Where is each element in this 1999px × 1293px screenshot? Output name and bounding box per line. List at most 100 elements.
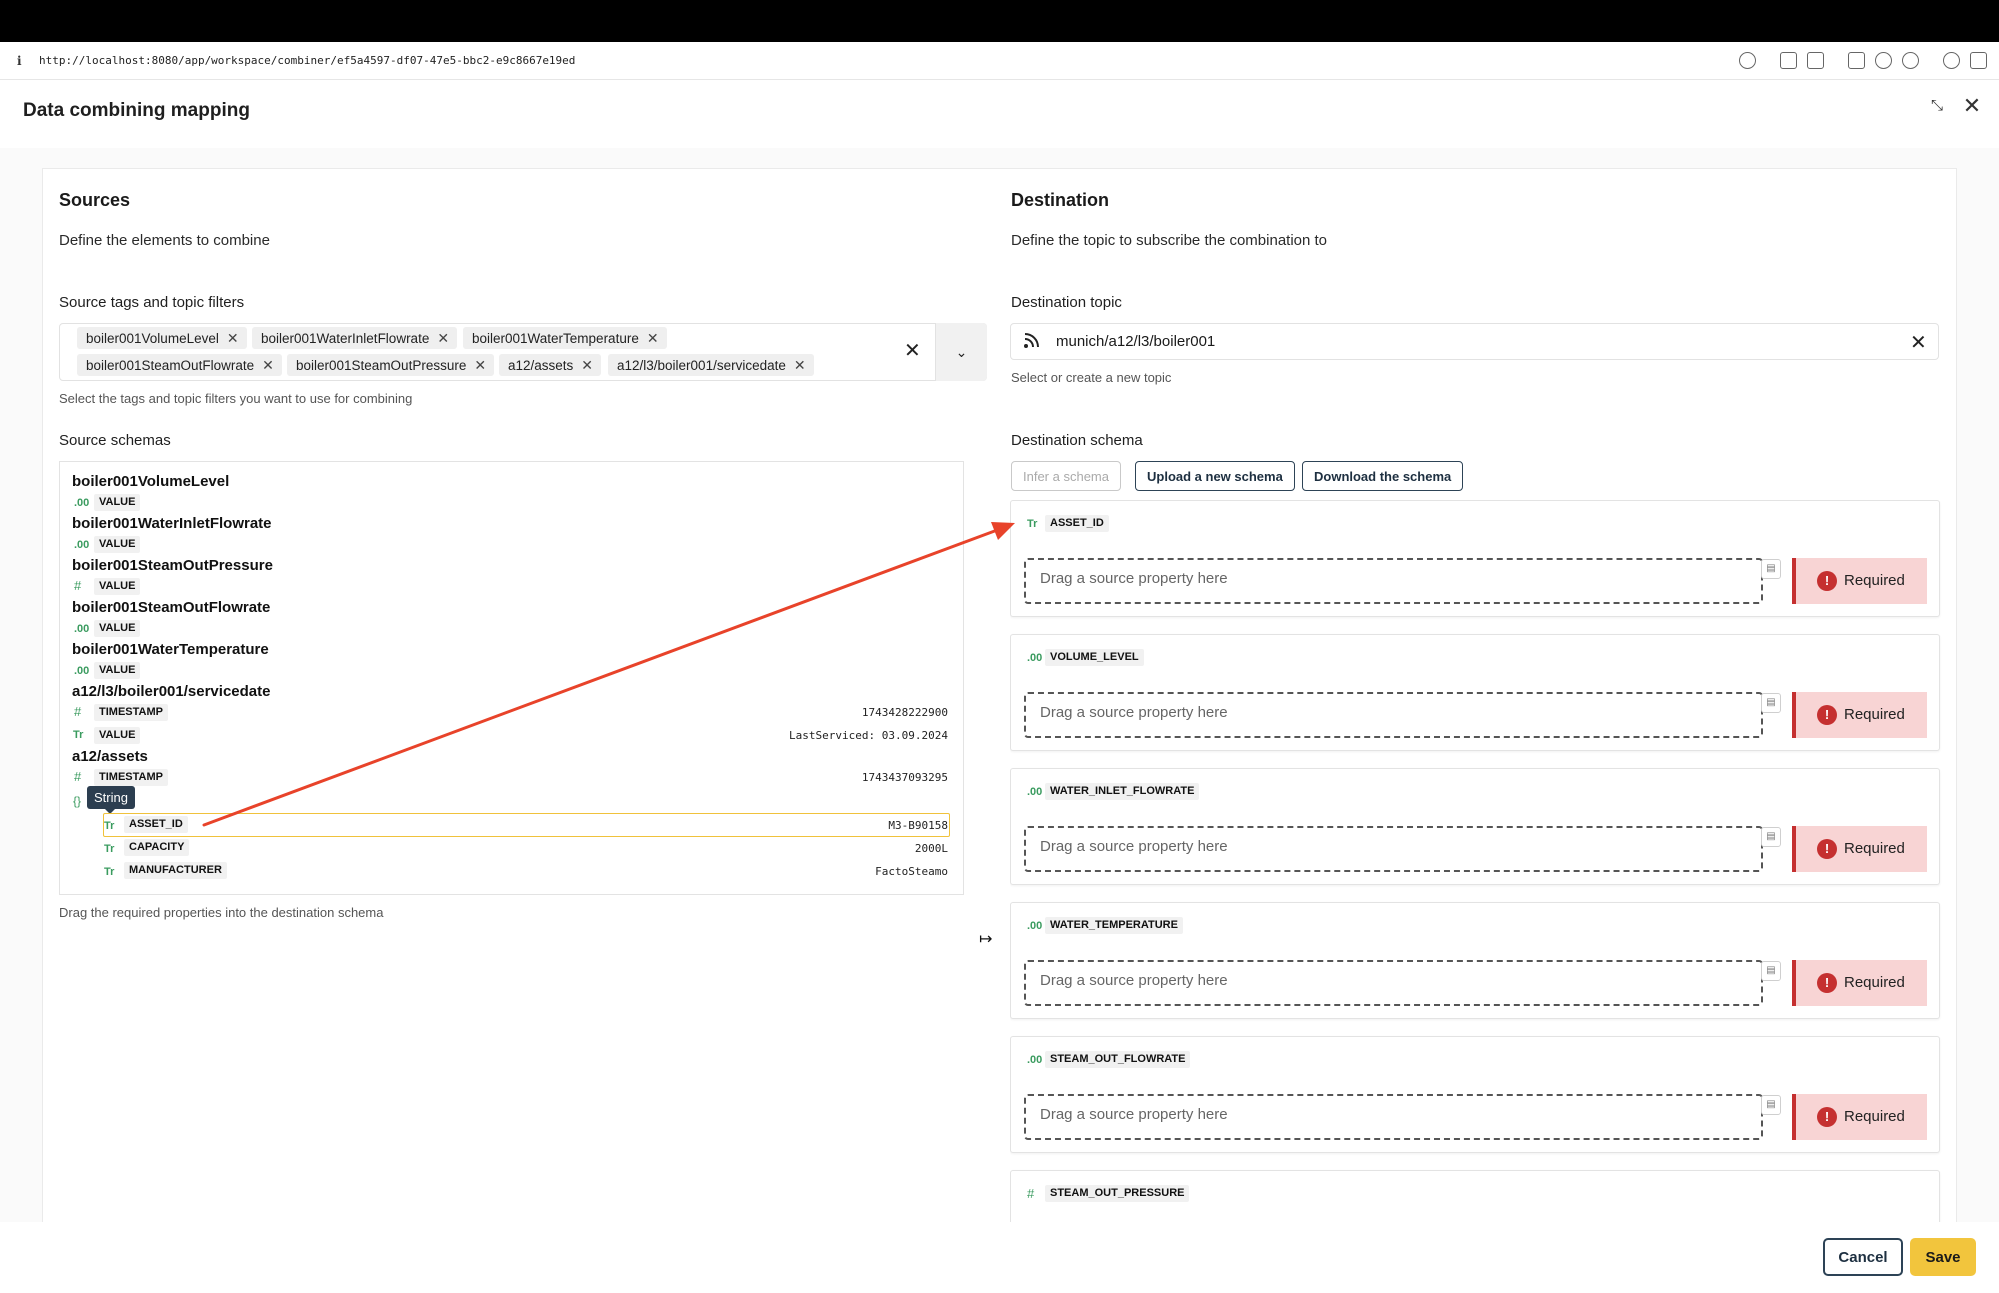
schema-property[interactable]: VALUE (94, 578, 141, 595)
required-badge: ! Required (1792, 1094, 1927, 1140)
schema-property[interactable]: VALUE (94, 727, 141, 744)
url-text[interactable]: http://localhost:8080/app/workspace/comb… (39, 54, 575, 67)
destination-description: Define the topic to subscribe the combin… (1011, 232, 1328, 249)
schema-title: a12/l3/boiler001/servicedate (72, 683, 271, 700)
trash-icon[interactable]: ▤ (1761, 961, 1781, 981)
destination-property-card: .00 WATER_INLET_FLOWRATE Drag a source p… (1010, 768, 1940, 885)
schema-title: boiler001VolumeLevel (72, 473, 230, 490)
destination-schema-list: Tr ASSET_ID Drag a source property here … (1010, 500, 1942, 1222)
destination-topic-value[interactable]: munich/a12/l3/boiler001 (1056, 333, 1215, 350)
destination-property-card: .00 WATER_TEMPERATURE Drag a source prop… (1010, 902, 1940, 1019)
close-modal-button[interactable]: ✕ (1960, 94, 1984, 118)
schema-property[interactable]: VALUE (94, 662, 141, 679)
remove-tag-icon[interactable]: ✕ (794, 357, 806, 373)
remove-tag-icon[interactable]: ✕ (581, 357, 593, 373)
remove-tag-icon[interactable]: ✕ (437, 330, 449, 346)
cancel-button[interactable]: Cancel (1823, 1238, 1903, 1276)
rss-icon (1024, 333, 1039, 348)
info-icon[interactable]: i (17, 54, 31, 68)
error-icon: ! (1817, 1107, 1837, 1127)
source-tags-help: Select the tags and topic filters you wa… (59, 391, 413, 406)
sources-description: Define the elements to combine (59, 232, 270, 249)
type-tooltip: String (87, 786, 135, 814)
tag-chip: a12/l3/boiler001/servicedate ✕ (608, 354, 814, 376)
modal-header (0, 80, 1999, 148)
collapse-icon[interactable]: ⤡ (1925, 94, 1949, 118)
error-icon: ! (1817, 705, 1837, 725)
infer-schema-button[interactable]: Infer a schema (1011, 461, 1121, 491)
error-icon: ! (1817, 973, 1837, 993)
drop-zone[interactable]: Drag a source property here (1024, 558, 1763, 604)
upload-schema-button[interactable]: Upload a new schema (1135, 461, 1295, 491)
string-type-icon: Tr (104, 820, 115, 832)
trash-icon[interactable]: ▤ (1761, 693, 1781, 713)
clear-topic-icon[interactable]: ✕ (1910, 330, 1927, 355)
chevron-down-icon[interactable]: ⌄ (935, 323, 987, 381)
browser-top-bar (0, 0, 1999, 42)
remove-tag-icon[interactable]: ✕ (474, 357, 486, 373)
integer-type-icon: # (74, 578, 82, 593)
string-type-icon: Tr (1027, 518, 1038, 530)
tag-chip: a12/assets ✕ (499, 354, 602, 376)
number-type-icon: .00 (74, 497, 90, 509)
destination-property-card: # STEAM_OUT_PRESSURE (1010, 1170, 1940, 1222)
schema-title: boiler001WaterInletFlowrate (72, 515, 272, 532)
integer-type-icon: # (1027, 1186, 1035, 1201)
sources-title: Sources (59, 190, 131, 210)
drop-zone[interactable]: Drag a source property here (1024, 826, 1763, 872)
destination-property: WATER_TEMPERATURE (1045, 917, 1183, 934)
tag-chip: boiler001WaterInletFlowrate ✕ (252, 327, 458, 349)
remove-tag-icon[interactable]: ✕ (227, 330, 239, 346)
trash-icon[interactable]: ▤ (1761, 1095, 1781, 1115)
string-type-icon: Tr (73, 729, 84, 741)
property-value: 1743437093295 (861, 771, 948, 784)
number-type-icon: .00 (1027, 652, 1043, 664)
clear-tags-icon[interactable]: ✕ (904, 338, 921, 363)
required-badge: ! Required (1792, 826, 1927, 872)
schema-title: boiler001SteamOutFlowrate (72, 599, 271, 616)
destination-property-card: Tr ASSET_ID Drag a source property here … (1010, 500, 1940, 617)
schema-title: boiler001SteamOutPressure (72, 557, 273, 574)
string-type-icon: Tr (104, 866, 115, 878)
save-button[interactable]: Save (1910, 1238, 1976, 1276)
remove-tag-icon[interactable]: ✕ (647, 330, 659, 346)
window-icon[interactable] (1848, 52, 1865, 69)
string-type-icon: Tr (104, 843, 115, 855)
schema-property[interactable]: VALUE (94, 494, 141, 511)
trash-icon[interactable]: ▤ (1761, 827, 1781, 847)
destination-property-card: .00 STEAM_OUT_FLOWRATE Drag a source pro… (1010, 1036, 1940, 1153)
tag-chip: boiler001VolumeLevel ✕ (77, 327, 247, 349)
schema-title: a12/assets (72, 748, 148, 765)
error-icon: ! (1817, 839, 1837, 859)
crosshair-icon[interactable] (1902, 52, 1919, 69)
destination-topic-help: Select or create a new topic (1011, 370, 1172, 385)
drop-zone[interactable]: Drag a source property here (1024, 960, 1763, 1006)
link-icon[interactable] (1739, 52, 1756, 69)
schema-property[interactable]: TIMESTAMP (94, 704, 168, 721)
remove-tag-icon[interactable]: ✕ (262, 357, 274, 373)
schema-title: boiler001WaterTemperature (72, 641, 269, 658)
sidebar-icon[interactable] (1970, 52, 1987, 69)
number-type-icon: .00 (1027, 1054, 1043, 1066)
trash-icon[interactable]: ▤ (1761, 559, 1781, 579)
extensions-icon[interactable] (1943, 52, 1960, 69)
drop-zone[interactable]: Drag a source property here (1024, 1094, 1763, 1140)
required-badge: ! Required (1792, 960, 1927, 1006)
schema-property[interactable]: MANUFACTURER (124, 862, 227, 879)
address-bar[interactable]: i http://localhost:8080/app/workspace/co… (0, 42, 1999, 80)
destination-title: Destination (1011, 190, 1110, 210)
download-icon[interactable] (1780, 52, 1797, 69)
schema-property[interactable]: ASSET_ID (124, 816, 188, 833)
schema-property[interactable]: VALUE (94, 536, 141, 553)
required-badge: ! Required (1792, 692, 1927, 738)
schema-property[interactable]: TIMESTAMP (94, 769, 168, 786)
globe-icon[interactable] (1875, 52, 1892, 69)
drop-zone[interactable]: Drag a source property here (1024, 692, 1763, 738)
required-badge: ! Required (1792, 558, 1927, 604)
camera-icon[interactable] (1807, 52, 1824, 69)
schema-property[interactable]: CAPACITY (124, 839, 190, 856)
swap-icon[interactable]: ↦ (979, 929, 992, 949)
download-schema-button[interactable]: Download the schema (1302, 461, 1464, 491)
schema-property[interactable]: VALUE (94, 620, 141, 637)
destination-property: STEAM_OUT_FLOWRATE (1045, 1051, 1191, 1068)
